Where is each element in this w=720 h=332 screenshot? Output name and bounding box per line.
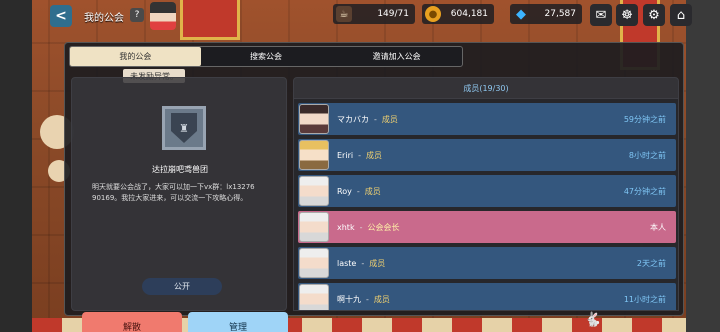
member-name: Roy (337, 186, 352, 196)
member-name: マカバカ (337, 114, 369, 124)
member-role: 成员 (373, 294, 390, 304)
gear-icon[interactable]: ⚙ (643, 4, 665, 26)
home-icon[interactable]: ⌂ (670, 4, 692, 26)
help-icon[interactable]: ? (130, 8, 144, 22)
avatar[interactable] (150, 2, 176, 30)
member-last-active: 本人 (650, 222, 666, 232)
member-role: 成员 (369, 258, 386, 268)
member-last-active: 59分钟之前 (623, 114, 666, 124)
member-avatar[interactable] (299, 284, 329, 310)
member-separator: - (356, 186, 360, 196)
gem-icon: ◆ (516, 6, 526, 22)
gold-value: 604,181 (450, 9, 488, 19)
gold-counter[interactable]: ● 604,181 (422, 4, 494, 24)
settings-icon[interactable]: ☸ (616, 4, 638, 26)
gem-value: 27,587 (544, 9, 577, 19)
members-list[interactable]: マカバカ - 成员 59分钟之前 Eriri - 成员 8小时之前 Roy - 成员 47分钟之前 xh… (293, 99, 679, 311)
dissolve-button[interactable]: 解散 (82, 312, 182, 332)
member-role: 成员 (365, 150, 382, 160)
member-last-active: 47分钟之前 (623, 186, 666, 196)
right-edge (686, 0, 720, 332)
stamina-icon: ☕ (336, 6, 352, 22)
guild-emblem: ♜ (162, 106, 206, 150)
tab-invite-guild[interactable]: 邀请加入公会 (331, 47, 462, 66)
member-last-active: 11小时之前 (623, 294, 666, 304)
member-row[interactable]: 啊十九 - 成员 11小时之前 (298, 283, 676, 310)
member-avatar[interactable] (299, 140, 329, 170)
member-row[interactable]: laste - 成员 2天之前 (298, 247, 676, 279)
member-role: 公会会长 (367, 222, 400, 232)
member-separator: - (361, 258, 365, 268)
member-avatar[interactable] (299, 104, 329, 134)
gem-counter[interactable]: ◆ 27,587 (510, 4, 582, 24)
member-name: laste (337, 258, 357, 268)
guild-notice: 明天就要公会战了，大家可以加一下vx群：lx13276 90169。我拉大家进来… (92, 183, 255, 202)
member-name: Eriri (337, 150, 354, 160)
guild-info-card: ♜ 达拉崩吧鸢兽团 明天就要公会战了，大家可以加一下vx群：lx13276 90… (71, 77, 288, 332)
guild-crest-icon: ♜ (171, 113, 197, 143)
member-role: 成员 (381, 114, 398, 124)
member-separator: - (358, 150, 361, 160)
rabbit-icon: 🐇 (584, 312, 602, 328)
guild-name: 达拉崩吧鸢兽团 (152, 165, 208, 174)
member-name: 啊十九 (337, 294, 361, 304)
member-separator: - (359, 222, 363, 232)
member-row[interactable]: Eriri - 成员 8小时之前 (298, 139, 676, 171)
member-separator: - (374, 114, 377, 124)
member-avatar[interactable] (299, 212, 329, 242)
mail-icon[interactable]: ✉ (590, 4, 612, 26)
member-role: 成员 (364, 186, 381, 196)
stamina-counter[interactable]: ☕ 149/71 (333, 4, 415, 24)
manage-button[interactable]: 管理 (188, 312, 288, 332)
tab-search-guild[interactable]: 搜索公会 (201, 47, 332, 66)
member-avatar[interactable] (299, 248, 329, 278)
back-button[interactable]: < (50, 5, 72, 27)
tab-my-guild[interactable]: 我的公会 (70, 47, 201, 66)
member-row[interactable]: Roy - 成员 47分钟之前 (298, 175, 676, 207)
page-title: 我的公会 (84, 13, 124, 24)
member-name: xhtk (337, 222, 355, 232)
members-header: 成员(19/30) (293, 77, 679, 99)
member-avatar[interactable] (299, 176, 329, 206)
guild-panel: 我的公会 搜索公会 邀请加入公会 未发励异常。 ♜ 达拉崩吧鸢兽团 明天就要公会… (64, 42, 684, 332)
tab-bar: 我的公会 搜索公会 邀请加入公会 (69, 46, 463, 67)
member-row[interactable]: xhtk - 公会会长 本人 (298, 211, 676, 243)
member-row[interactable]: マカバカ - 成员 59分钟之前 (298, 103, 676, 135)
gold-coin-icon: ● (425, 6, 441, 22)
member-last-active: 2天之前 (636, 258, 666, 268)
member-last-active: 8小时之前 (628, 150, 666, 160)
visibility-badge: 公开 (142, 278, 222, 295)
top-bar: < 我的公会 ? ☕ 149/71 ● 604,181 ◆ 27,587 ✉ ☸… (0, 0, 720, 30)
stamina-value: 149/71 (377, 9, 409, 19)
member-separator: - (366, 294, 369, 304)
left-edge (0, 0, 32, 332)
